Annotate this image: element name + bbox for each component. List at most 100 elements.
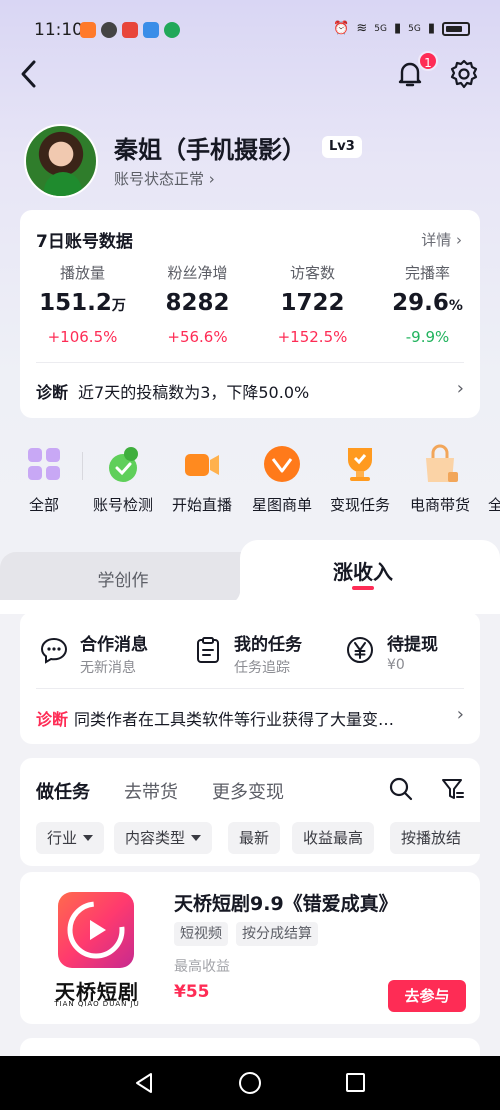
action-more[interactable]: 全 [460, 444, 500, 515]
action-account-check[interactable]: 账号检测 [81, 444, 165, 515]
max-income-value: ¥55 [174, 982, 210, 1002]
signal-label-2: 5G [408, 23, 421, 34]
metric-change: +56.6% [167, 328, 228, 346]
shopping-bag-icon [420, 444, 460, 484]
metric-label: 完播率 [404, 264, 450, 282]
income-item-sub: ¥0 [387, 657, 405, 673]
metric-change: +152.5% [277, 328, 348, 346]
divider [82, 452, 83, 480]
metric-completion-rate[interactable]: 完播率 29.6% -9.9% [365, 262, 480, 346]
max-income-label: 最高收益 [174, 959, 230, 975]
metric-value: 151.2万 [39, 290, 126, 316]
status-time: 11:10 [34, 20, 83, 40]
tab-increase-income-label[interactable]: 涨收入 [250, 556, 476, 585]
income-item-cooperation[interactable]: 合作消息 无新消息 [80, 630, 148, 677]
metric-plays[interactable]: 播放量 151.2万 +106.5% [20, 262, 135, 346]
nav-back-icon[interactable] [134, 1072, 154, 1094]
account-check-icon [103, 444, 143, 484]
metric-change: -9.9% [405, 328, 450, 346]
message-icon [101, 22, 117, 38]
diagnosis-label: 诊断 [36, 383, 69, 402]
task-item-card[interactable]: 天桥短剧 TIAN QIAO DUAN JU 天桥短剧9.9《错爱成真》 短视频… [20, 872, 480, 1024]
quick-actions: 全部 账号检测 开始直播 星图商单 变现任务 电商带货 全 [0, 444, 500, 518]
action-label: 全 [488, 496, 500, 514]
drama-logo [58, 892, 134, 968]
filter-by-plays[interactable]: 按播放结 [390, 822, 480, 854]
account-status-link[interactable]: 账号状态正常 › [114, 168, 215, 189]
grid-icon [24, 444, 64, 484]
signal-label-1: 5G [374, 23, 387, 34]
metric-visitors[interactable]: 访客数 1722 +152.5% [250, 262, 365, 346]
nav-home-icon[interactable] [239, 1072, 261, 1094]
income-item-my-tasks[interactable]: 我的任务 任务追踪 [234, 630, 302, 677]
filter-label: 内容类型 [125, 829, 186, 847]
filter-content-type[interactable]: 内容类型 [114, 822, 213, 854]
task-tab-do-tasks[interactable]: 做任务 [36, 778, 90, 804]
action-monetize-tasks[interactable]: 变现任务 [318, 444, 402, 515]
diagnosis-text: 同类作者在工具类软件等行业获得了大量变… [74, 710, 395, 729]
income-card: 合作消息 无新消息 我的任务 任务追踪 待提现 ¥0 诊断 同类作者在工具类软件等… [20, 612, 480, 744]
signal-icon: ▮ [427, 21, 435, 36]
diagnosis-row[interactable]: 诊断 近7天的投稿数为3，下降50.0% [36, 379, 309, 403]
caret-down-icon [83, 835, 94, 841]
action-all[interactable]: 全部 [2, 444, 86, 515]
metric-followers[interactable]: 粉丝净增 8282 +56.6% [135, 262, 250, 346]
live-camera-icon [182, 444, 222, 484]
join-button[interactable]: 去参与 [388, 980, 466, 1012]
task-tab-sell-goods[interactable]: 去带货 [124, 778, 178, 804]
metric-value: 1722 [280, 290, 345, 316]
system-icons: ⏰ ≋ 5G ▮ 5G ▮ [333, 21, 470, 36]
action-star-map[interactable]: 星图商单 [240, 444, 324, 515]
yen-coin-icon [347, 637, 373, 663]
search-icon[interactable] [388, 776, 414, 802]
task-tab-more-monetize[interactable]: 更多变现 [212, 778, 284, 804]
battery-icon [442, 21, 470, 36]
income-item-title: 待提现 [387, 635, 438, 655]
action-label: 变现任务 [329, 496, 390, 514]
gear-icon[interactable] [448, 58, 480, 90]
data-card-title: 7日账号数据 [36, 232, 133, 252]
filter-latest[interactable]: 最新 [228, 822, 281, 854]
clipboard-icon [197, 637, 219, 663]
play-logo-icon [67, 901, 125, 959]
task-panel: 做任务 去带货 更多变现 行业 内容类型 最新 收益最高 按播放结 [20, 758, 480, 866]
back-arrow-icon[interactable] [16, 56, 44, 92]
notification-icons [80, 22, 180, 38]
income-item-withdraw[interactable]: 待提现 ¥0 [387, 630, 438, 673]
star-map-icon [262, 444, 302, 484]
level-badge: Lv3 [322, 136, 362, 158]
metric-value: 8282 [165, 290, 230, 316]
wifi-icon: ≋ [356, 21, 368, 36]
trophy-icon [340, 444, 380, 484]
account-data-card: 7日账号数据 详情 › 播放量 151.2万 +106.5% 粉丝净增 8282… [20, 210, 480, 418]
shield-check-icon [164, 22, 180, 38]
nav-recents-icon[interactable] [346, 1073, 365, 1092]
filter-highest-income[interactable]: 收益最高 [292, 822, 375, 854]
chat-bubble-icon [40, 637, 68, 664]
avatar[interactable] [24, 124, 98, 198]
action-label: 账号检测 [92, 496, 153, 514]
income-item-title: 我的任务 [234, 635, 302, 655]
task-tag: 按分成结算 [236, 922, 318, 946]
action-label: 全部 [28, 496, 59, 514]
game-app-icon [122, 22, 138, 38]
diagnosis-label: 诊断 [36, 710, 69, 729]
user-name: 秦姐（手机摄影） [114, 136, 306, 164]
income-item-sub: 任务追踪 [234, 660, 290, 676]
divider [36, 362, 464, 363]
chevron-right-icon[interactable]: › [457, 378, 464, 399]
income-item-sub: 无新消息 [80, 660, 136, 676]
metrics-row: 播放量 151.2万 +106.5% 粉丝净增 8282 +56.6% 访客数 … [20, 262, 480, 346]
filter-icon[interactable] [440, 776, 466, 802]
divider [36, 688, 464, 689]
tab-learn-create-label[interactable]: 学创作 [0, 566, 246, 591]
metric-label: 访客数 [289, 264, 335, 282]
detail-link[interactable]: 详情 › [421, 229, 462, 250]
alarm-icon: ⏰ [333, 21, 350, 36]
action-start-live[interactable]: 开始直播 [160, 444, 244, 515]
income-item-title: 合作消息 [80, 635, 148, 655]
income-diagnosis-row[interactable]: 诊断 同类作者在工具类软件等行业获得了大量变… [36, 706, 394, 730]
drama-logo-subtext: TIAN QIAO DUAN JU [54, 1000, 140, 1008]
chevron-right-icon[interactable]: › [457, 704, 464, 725]
filter-industry[interactable]: 行业 [36, 822, 105, 854]
